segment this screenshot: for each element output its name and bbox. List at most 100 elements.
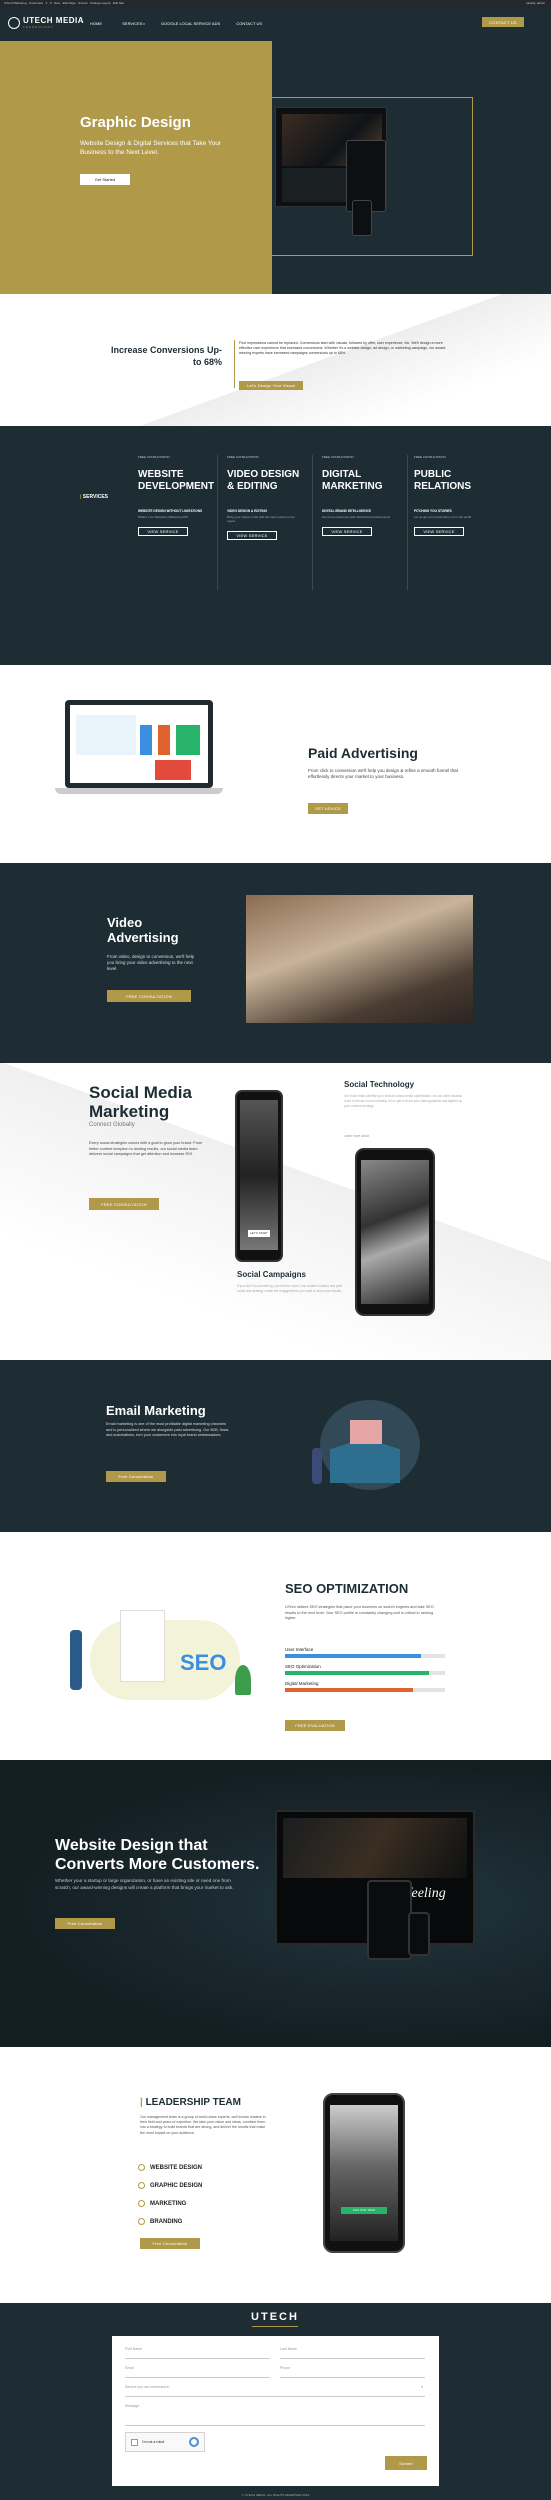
leadership-item: BRANDING	[138, 2218, 202, 2225]
service-view-button[interactable]: VIEW SERVICE	[227, 531, 277, 540]
email-button[interactable]: Free Consultation	[106, 1471, 166, 1482]
social-button[interactable]: FREE CONSULTATION	[89, 1198, 159, 1210]
admin-howdy[interactable]: Howdy, admin	[526, 1, 545, 5]
contact-field-message[interactable]: Message	[125, 2404, 425, 2426]
leadership-item: GRAPHIC DESIGN	[138, 2182, 202, 2189]
seo-bar-track	[285, 1688, 445, 1692]
seo-bar-0: User Interface	[285, 1647, 445, 1658]
seo-bar-1: SEO Optimization	[285, 1664, 445, 1675]
service-col-digital: FREE CONSULTATION DIGITAL MARKETING DIGI…	[316, 455, 408, 590]
phone-screen-image	[330, 2105, 398, 2241]
admin-item[interactable]: Smush	[78, 1, 87, 5]
admin-item[interactable]: UTech Marketing	[4, 1, 27, 5]
admin-item[interactable]: 4	[46, 1, 48, 5]
recaptcha-label: I'm not a robot	[142, 2440, 165, 2444]
contact-field-first-name[interactable]: First Name	[125, 2347, 270, 2359]
chart-bars	[140, 725, 200, 755]
recaptcha-checkbox[interactable]	[131, 2439, 138, 2446]
leadership-list: WEBSITE DESIGN GRAPHIC DESIGN MARKETING …	[138, 2164, 202, 2236]
paid-body: From click to conversion we'll help you …	[308, 768, 458, 779]
seo-page-card	[120, 1610, 165, 1682]
leadership-phone: JOIN OUR TEAM	[323, 2093, 405, 2253]
service-title: DIGITAL MARKETING	[322, 469, 383, 492]
check-icon	[138, 2182, 145, 2190]
service-view-button[interactable]: VIEW SERVICE	[138, 527, 188, 536]
service-title: VIDEO DESIGN & EDITING	[227, 469, 300, 492]
service-view-button[interactable]: VIEW SERVICE	[414, 527, 464, 536]
contact-logo-rule	[252, 2326, 298, 2327]
site-logo[interactable]: UTECH MEDIA TECHNOLOGY	[8, 15, 84, 33]
email-title: Email Marketing	[106, 1403, 206, 1418]
leadership-phone-button[interactable]: JOIN OUR TEAM	[341, 2207, 387, 2214]
contact-field-last-name[interactable]: Last Name	[280, 2347, 425, 2359]
leadership-button[interactable]: Free Consultation	[140, 2238, 200, 2249]
chart-panel	[76, 715, 136, 755]
website-button[interactable]: Free Consultation	[55, 1918, 115, 1929]
contact-field-email[interactable]: Email	[125, 2366, 270, 2378]
check-icon	[138, 2200, 145, 2208]
website-phone	[408, 1912, 430, 1956]
hero-get-started-button[interactable]: Get Started	[80, 174, 130, 185]
service-desc: Let us get your brand story out to the w…	[414, 515, 472, 519]
laptop-screen	[65, 700, 213, 788]
service-desc: Bring your videos to life with the best …	[227, 515, 295, 523]
check-icon	[138, 2218, 145, 2226]
contact-field-phone[interactable]: Phone	[280, 2366, 425, 2378]
service-tag: FREE CONSULTATION	[227, 455, 259, 459]
social-tagline: Connect Globally	[89, 1122, 135, 1128]
admin-item[interactable]: Customize	[29, 1, 43, 5]
nav-home[interactable]: HOME	[90, 21, 102, 26]
seo-button[interactable]: FREE EVALUATION	[285, 1720, 345, 1731]
service-tag: FREE CONSULTATION	[322, 455, 354, 459]
contact-service-select[interactable]: Service you are interested in ▾	[125, 2385, 425, 2397]
service-view-button[interactable]: VIEW SERVICE	[322, 527, 372, 536]
admin-item[interactable]: Edit Site	[113, 1, 124, 5]
nav-services[interactable]: SERVICES	[122, 21, 142, 26]
seo-bar-track	[285, 1654, 445, 1658]
social-title: Social Media Marketing	[89, 1083, 192, 1121]
nav-google-ads[interactable]: GOOGLE LOCAL SERVICE ADS	[161, 21, 220, 26]
website-body: Whether your a startup or large organiza…	[55, 1878, 234, 1890]
admin-item[interactable]: Edit Page	[63, 1, 76, 5]
email-section	[0, 1360, 551, 1532]
services-label-text: SERVICES	[82, 494, 108, 500]
email-person	[312, 1448, 322, 1484]
conversions-title: Increase Conversions Up-to 68%	[110, 345, 222, 367]
social-phone-right	[355, 1148, 435, 1316]
email-body: Email marketing is one of the most profi…	[106, 1422, 229, 1437]
service-tag: FREE CONSULTATION	[138, 455, 170, 459]
admin-bar-items[interactable]: UTech Marketing Customize 4 0 New Edit P…	[4, 1, 124, 5]
seo-bar-track	[285, 1671, 445, 1675]
chevron-down-icon: ▾	[421, 2385, 423, 2389]
admin-item[interactable]: New	[54, 1, 60, 5]
paid-button[interactable]: GET ADVICE	[308, 803, 348, 814]
service-col-pr: FREE CONSULTATION PUBLIC RELATIONS PITCH…	[410, 455, 502, 590]
nav-contact[interactable]: CONTACT US	[236, 21, 262, 26]
video-meeting-photo	[246, 895, 473, 1023]
recaptcha-icon	[189, 2437, 199, 2447]
recaptcha-box[interactable]: I'm not a robot	[125, 2432, 205, 2452]
social-phone-button[interactable]: LET'S START	[248, 1230, 270, 1237]
logo-sub: TECHNOLOGY	[23, 25, 55, 29]
service-desc: Get more customers with Optimized ad pla…	[322, 515, 391, 519]
service-tag: FREE CONSULTATION	[414, 455, 446, 459]
social-tech-link[interactable]: Learn more about	[344, 1134, 369, 1138]
paid-laptop-illustration	[55, 700, 223, 800]
social-campaigns-body: If you don't try something, you'll never…	[237, 1284, 343, 1293]
monitor-screen-image	[283, 1818, 467, 1878]
conversions-button[interactable]: Let's Design Your Visual	[239, 381, 303, 390]
contact-submit-button[interactable]: Submit	[385, 2456, 427, 2470]
leadership-item: WEBSITE DESIGN	[138, 2164, 202, 2171]
ad-card	[155, 760, 191, 780]
phone-screen-image	[240, 1100, 278, 1250]
admin-item[interactable]: Change Layout	[90, 1, 110, 5]
check-icon	[138, 2164, 145, 2171]
hero-gold-panel	[0, 41, 272, 294]
seo-bar-fill	[285, 1688, 413, 1692]
admin-item[interactable]: 0	[50, 1, 52, 5]
nav-contact-button[interactable]: CONTACT US	[482, 17, 524, 27]
video-button[interactable]: FREE CONSULTATION	[107, 990, 191, 1002]
hero-title: Graphic Design	[80, 114, 191, 131]
email-card	[350, 1420, 382, 1444]
nav-menu: HOME SERVICES ▾ GOOGLE LOCAL SERVICE ADS…	[90, 21, 263, 26]
